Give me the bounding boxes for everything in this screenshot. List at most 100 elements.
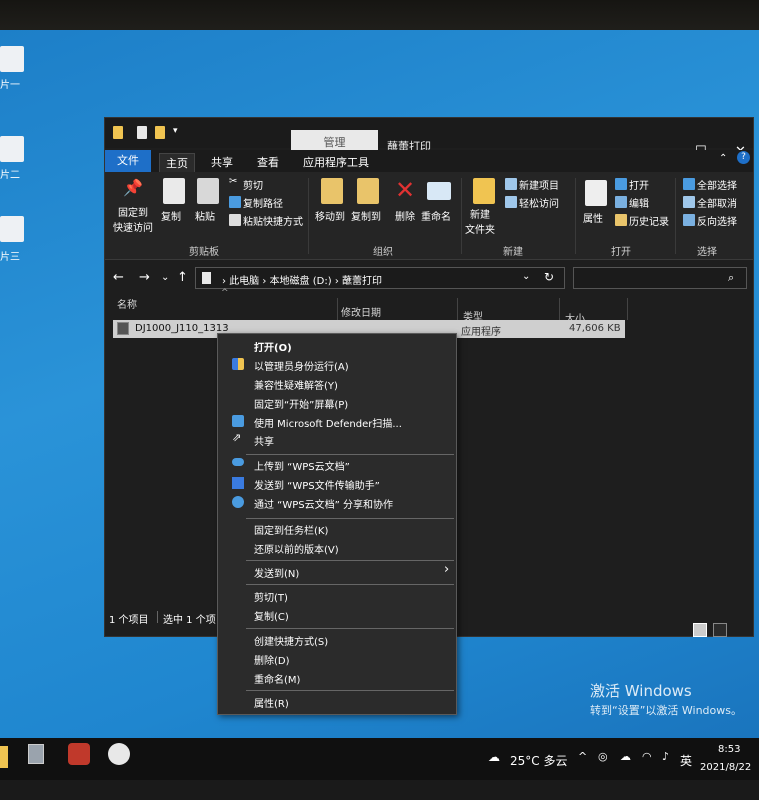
menu-item-copy[interactable]: 复制(C) [254, 608, 289, 623]
tab-view[interactable]: 查看 [251, 153, 285, 171]
address-bar[interactable]: › 此电脑 › 本地磁盘 (D:) › 蘸蕾打印 ⌄ ↻ [195, 267, 565, 289]
invert-selection-button[interactable]: 反向选择 [697, 213, 737, 228]
desktop-icon-2[interactable] [0, 136, 24, 162]
status-separator [157, 611, 158, 623]
breadcrumb-drive-d[interactable]: 本地磁盘 (D:) [270, 276, 332, 287]
volume-icon[interactable]: ♪ [662, 750, 669, 763]
column-separator[interactable] [559, 298, 560, 320]
column-separator[interactable] [627, 298, 628, 320]
menu-item-compat-troubleshoot[interactable]: 兼容性疑难解答(Y) [254, 377, 338, 392]
address-dropdown-icon[interactable]: ⌄ [522, 271, 530, 282]
desktop-icon-1[interactable] [0, 46, 24, 72]
tab-app-tools[interactable]: 应用程序工具 [297, 153, 375, 171]
menu-item-defender-scan[interactable]: 使用 Microsoft Defender扫描... [254, 415, 402, 430]
weather-text[interactable]: 25°C 多云 [510, 752, 567, 769]
ribbon-tabs: 文件 主页 共享 查看 应用程序工具 ⌃ ? [105, 150, 753, 172]
copy-to-button[interactable]: 复制到 [351, 208, 381, 223]
properties-icon[interactable] [137, 126, 147, 139]
rename-button[interactable]: 重命名 [421, 208, 451, 223]
qat-dropdown-icon[interactable]: ▾ [173, 126, 178, 136]
paste-shortcut-button[interactable]: 粘贴快捷方式 [243, 213, 303, 228]
paint-taskbar-icon[interactable] [108, 743, 130, 765]
tab-share[interactable]: 共享 [205, 153, 239, 171]
column-header-date[interactable]: 修改日期 [341, 304, 381, 319]
open-icon [615, 178, 627, 190]
menu-item-wps-upload[interactable]: 上传到 “WPS云文档” [254, 458, 350, 473]
copy-button[interactable]: 复制 [161, 208, 181, 223]
paste-icon [197, 178, 219, 204]
paste-button[interactable]: 粘贴 [195, 208, 215, 223]
menu-item-wps-send[interactable]: 发送到 “WPS文件传输助手” [254, 477, 380, 492]
copy-path-button[interactable]: 复制路径 [243, 195, 283, 210]
status-selected: 选中 1 个项 [163, 615, 216, 626]
input-method-indicator[interactable]: 英 [680, 752, 692, 769]
open-button[interactable]: 打开 [629, 177, 649, 192]
menu-item-send-to[interactable]: 发送到(N) [254, 565, 299, 580]
delete-button[interactable]: 删除 [395, 208, 415, 223]
collapse-ribbon-icon[interactable]: ⌃ [719, 153, 727, 164]
new-item-button[interactable]: 新建项目 [519, 177, 559, 192]
cloud-tray-icon[interactable]: ☁ [620, 750, 631, 763]
menu-item-run-as-admin[interactable]: 以管理员身份运行(A) [254, 358, 349, 373]
menu-item-pin-taskbar[interactable]: 固定到任务栏(K) [254, 522, 328, 537]
pin-quick-access-button[interactable]: 固定到 快速访问 [113, 204, 153, 234]
weather-icon[interactable]: ☁ [488, 750, 500, 764]
large-icons-view-icon[interactable] [713, 623, 727, 637]
breadcrumb-this-pc[interactable]: 此电脑 [229, 276, 259, 287]
cut-button[interactable]: 剪切 [243, 177, 263, 192]
new-item-icon [505, 178, 517, 190]
move-to-button[interactable]: 移动到 [315, 208, 345, 223]
easy-access-button[interactable]: 轻松访问 [519, 195, 559, 210]
menu-item-cut[interactable]: 剪切(T) [254, 589, 288, 604]
tab-home[interactable]: 主页 [159, 153, 195, 172]
menu-item-rename[interactable]: 重命名(M) [254, 671, 300, 686]
clock-date[interactable]: 2021/8/22 [700, 762, 751, 773]
menu-item-properties[interactable]: 属性(R) [254, 695, 289, 710]
edit-button[interactable]: 编辑 [629, 195, 649, 210]
back-icon[interactable]: ← [113, 270, 124, 285]
breadcrumb: › 此电脑 › 本地磁盘 (D:) › 蘸蕾打印 [222, 276, 382, 287]
edit-icon [615, 196, 627, 208]
group-label-new: 新建 [503, 247, 523, 258]
forward-icon[interactable]: → [139, 270, 150, 285]
menu-item-restore-versions[interactable]: 还原以前的版本(V) [254, 541, 339, 556]
app-taskbar-icon[interactable] [68, 743, 90, 765]
tab-file[interactable]: 文件 [105, 150, 151, 172]
new-folder-big-icon [473, 178, 495, 204]
menu-item-delete[interactable]: 删除(D) [254, 652, 290, 667]
select-none-button[interactable]: 全部取消 [697, 195, 737, 210]
history-button[interactable]: 历史记录 [629, 213, 669, 228]
file-explorer-taskbar-icon[interactable] [0, 746, 8, 768]
ribbon: 📌 固定到 快速访问 复制 粘贴 ✂ 剪切 复制路径 粘贴快捷方式 剪贴板 移动… [105, 172, 753, 260]
menu-item-wps-collab[interactable]: 通过 “WPS云文档” 分享和协作 [254, 496, 393, 511]
calculator-taskbar-icon[interactable] [28, 744, 44, 764]
show-hidden-icons-icon[interactable]: ^ [578, 750, 587, 763]
menu-item-open[interactable]: 打开(O) [254, 339, 292, 354]
column-header-name[interactable]: 名称 [117, 296, 137, 311]
breadcrumb-folder[interactable]: 蘸蕾打印 [342, 276, 382, 287]
clock-time[interactable]: 8:53 [718, 744, 740, 755]
up-icon[interactable]: ↑ [177, 270, 188, 285]
refresh-icon[interactable]: ↻ [544, 270, 554, 284]
group-label-organize: 组织 [373, 247, 393, 258]
column-separator[interactable] [457, 298, 458, 320]
group-label-clipboard: 剪贴板 [189, 247, 219, 258]
desktop-icon-3[interactable] [0, 216, 24, 242]
select-all-button[interactable]: 全部选择 [697, 177, 737, 192]
menu-item-pin-start[interactable]: 固定到“开始”屏幕(P) [254, 396, 348, 411]
help-icon[interactable]: ? [737, 151, 750, 164]
network-icon[interactable]: ◠ [642, 750, 652, 763]
title-bar: ▾ 管理 蘸蕾打印 — ☐ ✕ [105, 118, 753, 159]
details-view-icon[interactable] [693, 623, 707, 637]
speaker-status-icon[interactable]: ◎ [598, 750, 608, 763]
recent-dropdown-icon[interactable]: ⌄ [161, 272, 169, 283]
status-item-count: 1 个项目 [109, 615, 149, 626]
menu-item-create-shortcut[interactable]: 创建快捷方式(S) [254, 633, 328, 648]
group-label-open: 打开 [611, 247, 631, 258]
search-input[interactable]: ⌕ [573, 267, 747, 289]
properties-button[interactable]: 属性 [583, 210, 603, 225]
new-folder-icon[interactable] [155, 126, 165, 139]
column-separator[interactable] [337, 298, 338, 320]
menu-item-share[interactable]: 共享 [254, 433, 274, 448]
new-folder-button[interactable]: 新建 文件夹 [465, 206, 495, 236]
